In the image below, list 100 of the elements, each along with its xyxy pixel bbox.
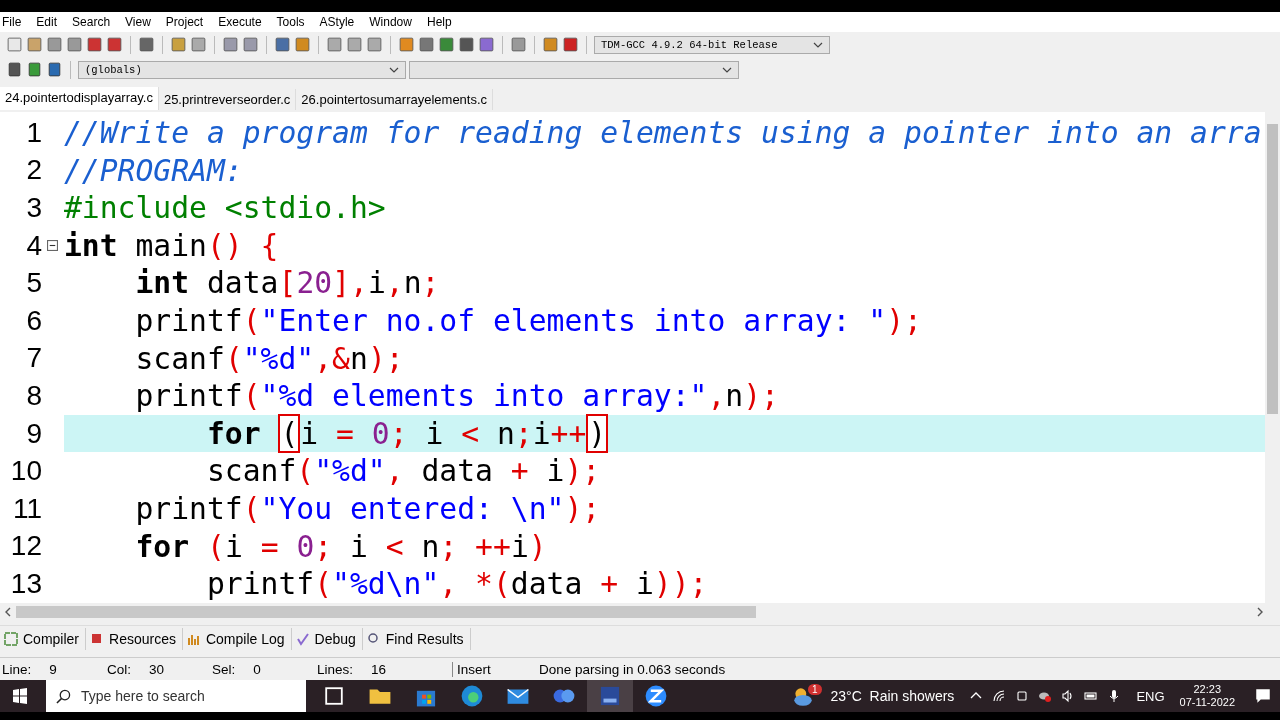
toolbar-icon[interactable] (26, 61, 43, 78)
toolbar-icon[interactable] (562, 36, 579, 53)
code-line: scanf("%d",&n); (134, 340, 404, 377)
code-line: printf("%d\n", *(data + i)); (206, 566, 708, 602)
toolbar-icon[interactable] (46, 36, 63, 53)
clock-time[interactable]: 22:23 (1193, 683, 1222, 696)
toolbar-icon[interactable] (418, 36, 435, 53)
menu-item[interactable]: AStyle (317, 15, 357, 29)
scroll-right-icon[interactable] (1256, 606, 1264, 617)
line-number: 9 (26, 417, 42, 450)
status-value: 9 (49, 661, 57, 677)
toolbar-icon[interactable] (46, 61, 63, 78)
menu-item[interactable]: Project (163, 15, 206, 29)
panel-tab[interactable]: Debug (291, 628, 363, 650)
line-number: 5 (26, 267, 42, 300)
code-line: for (i = 0; i < n; ++i) (134, 528, 547, 565)
file-tab[interactable]: 24.pointertodisplayarray.c (0, 87, 159, 110)
chevron-down-icon (722, 66, 732, 73)
panel-icon (90, 632, 104, 646)
toolbar-icon[interactable] (86, 36, 103, 53)
code-line: printf("Enter no.of elements into array: "); (134, 302, 922, 339)
menu-item[interactable]: Help (424, 15, 454, 29)
status-value: 16 (371, 661, 387, 677)
language-indicator[interactable]: ENG (1136, 688, 1165, 704)
toolbar-icon[interactable] (510, 36, 527, 53)
menu-item[interactable]: File (0, 15, 24, 29)
toolbar-icon[interactable] (66, 36, 83, 53)
panel-icon (295, 632, 310, 646)
windows-start-icon[interactable] (12, 688, 28, 704)
menu-item[interactable]: Tools (274, 15, 307, 29)
scrollbar-thumb[interactable] (16, 605, 756, 618)
wifi-icon[interactable] (992, 689, 1007, 703)
line-number: 11 (12, 492, 42, 525)
line-number: 8 (26, 379, 42, 412)
status-label: Col: (107, 661, 131, 677)
toolbar-icon[interactable] (242, 36, 259, 53)
panel-tab[interactable]: Compile Log (182, 628, 292, 650)
line-number: 7 (26, 342, 42, 375)
toolbar-icon[interactable] (138, 36, 155, 53)
code-line: //Write a program for reading elements using a pointer into an arra (64, 114, 1262, 151)
line-number: 4 (26, 229, 42, 262)
line-number: 13 (10, 567, 42, 600)
toolbar-icon[interactable] (478, 36, 495, 53)
status-message: Done parsing in 0.063 seconds (539, 661, 726, 677)
status-value: 30 (149, 661, 165, 677)
clock-date[interactable]: 07-11-2022 (1179, 696, 1235, 709)
panel-icon (4, 632, 18, 646)
toolbar-icon[interactable] (6, 61, 23, 78)
menu-item[interactable]: View (123, 15, 153, 29)
toolbar-icon[interactable] (398, 36, 415, 53)
search-icon (56, 688, 71, 704)
code-line: printf("%d elements into array:",n); (134, 378, 779, 414)
code-line: for (i = 0; i < n;i++) (206, 415, 609, 452)
panel-tab[interactable]: Resources (86, 628, 183, 650)
status-label: Lines: (317, 661, 354, 677)
scroll-left-icon[interactable] (4, 606, 12, 617)
line-number: 6 (26, 304, 42, 337)
code-line: scanf("%d", data + i); (206, 453, 601, 489)
code-line: int main() { (64, 227, 279, 264)
code-line: #include <stdio.h> (64, 190, 386, 226)
panel-icon (186, 632, 201, 646)
weather-text[interactable]: 23°C Rain showers (830, 688, 955, 704)
fold-icon[interactable] (47, 240, 58, 252)
line-number: 10 (10, 455, 42, 488)
insert-mode: Insert (452, 661, 539, 677)
scope-dropdown[interactable]: (globals) (78, 60, 406, 79)
status-label: Line: (2, 661, 32, 677)
notifications-icon[interactable] (1254, 687, 1272, 705)
battery-icon[interactable] (1084, 689, 1099, 703)
toolbar-icon[interactable] (274, 36, 291, 53)
toolbar-icon[interactable] (542, 36, 559, 53)
toolbar-icon[interactable] (106, 36, 123, 53)
line-number: 2 (26, 154, 42, 187)
line-number: 1 (26, 116, 42, 149)
chevron-down-icon (813, 41, 823, 48)
notification-badge: 1 (807, 683, 822, 695)
menu-item[interactable]: Search (70, 15, 113, 29)
code-line: printf("You entered: \n"); (134, 490, 601, 527)
status-value: 0 (253, 661, 261, 677)
panel-tab[interactable]: Find Results (362, 628, 471, 650)
toolbar-icon[interactable] (458, 36, 475, 53)
compiler-dropdown[interactable]: TDM-GCC 4.9.2 64-bit Release (594, 35, 830, 54)
code-line: int data[20],i,n; (134, 265, 440, 301)
toolbar-icon[interactable] (222, 36, 239, 53)
toolbar-icon[interactable] (438, 36, 455, 53)
panel-tab[interactable]: Compiler (0, 628, 86, 650)
menu-item[interactable]: Execute (216, 15, 264, 29)
ide-icon[interactable] (587, 680, 633, 712)
menu-item[interactable]: Edit (34, 15, 60, 29)
scrollbar-thumb[interactable] (1267, 124, 1278, 414)
status-label: Sel: (212, 661, 236, 677)
chevron-down-icon (389, 66, 399, 73)
menu-item[interactable]: Window (367, 15, 414, 29)
search-field[interactable]: Type here to search (46, 680, 306, 712)
line-number: 3 (26, 192, 42, 224)
panel-icon (366, 632, 381, 646)
toolbar-icon[interactable] (170, 36, 187, 53)
code-line: //PROGRAM: (64, 152, 243, 189)
toolbar-icon[interactable] (294, 36, 311, 53)
line-number: 12 (10, 530, 42, 563)
